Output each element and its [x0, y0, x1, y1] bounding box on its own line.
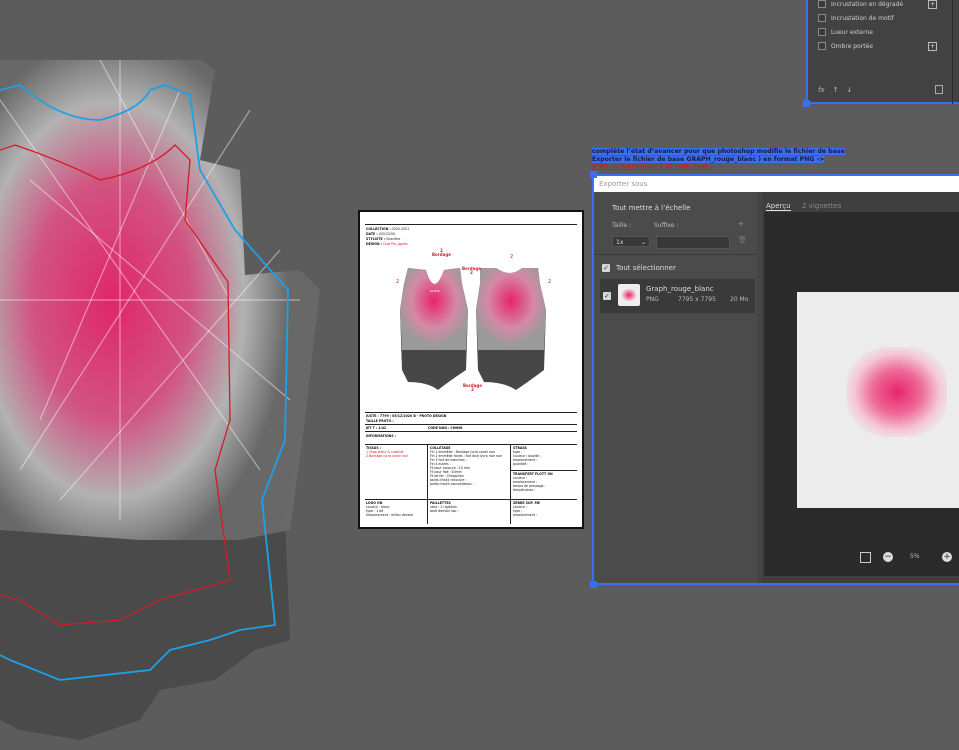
file-dimensions: 7795 x 7795	[678, 296, 716, 303]
divider	[365, 499, 577, 500]
fx-row-label: Incrustation de motif	[831, 14, 894, 22]
zoom-out-button[interactable]: −	[883, 552, 893, 562]
date-key: DATE :	[366, 232, 378, 236]
export-settings-pane: Tout mettre à l’échelle Taille : Suffixe…	[594, 192, 757, 583]
fx-row-label: Ombre portée	[831, 42, 873, 50]
divider	[510, 470, 577, 471]
auth-block: ZÉBRE SUP. ME couleur : type : emplacemen…	[513, 501, 540, 517]
column-divider	[427, 444, 428, 524]
label-2-left: 2	[396, 279, 400, 285]
layer-style-panel: Incrustation en dégradé + Incrustation d…	[806, 0, 959, 104]
fx-checkbox[interactable]	[818, 28, 826, 36]
add-drop-shadow-button[interactable]: +	[928, 42, 937, 51]
select-all-checkbox[interactable]: ✓	[602, 264, 610, 272]
fx-row-gradient-overlay[interactable]: Incrustation en dégradé	[818, 0, 903, 10]
zoom-in-button[interactable]: +	[942, 552, 952, 562]
divider	[365, 412, 577, 413]
divider	[365, 224, 577, 225]
remove-scale-icon[interactable]: 🗑	[738, 236, 747, 244]
zoom-level: 5%	[910, 553, 920, 560]
label-bordage-top: 2 Bordage	[432, 248, 451, 257]
transfert-block: TRANSFERT FLOTT ON couleur : emplacement …	[513, 472, 553, 492]
preview-canvas[interactable]: − 5% +	[764, 212, 959, 576]
suffix-label: Suffixe :	[654, 222, 679, 229]
note-line-1: complète l’état d’avancer pour que photo…	[592, 148, 845, 155]
move-down-icon[interactable]: ↓	[846, 86, 852, 94]
fx-checkbox[interactable]	[818, 42, 826, 50]
fx-row-label: Incrustation en dégradé	[831, 0, 904, 8]
fx-row-pattern-overlay[interactable]: Incrustation de motif	[818, 12, 894, 24]
size-select[interactable]: 1x ⌄	[612, 236, 650, 247]
fx-footer: fx ↑ ↓	[818, 86, 852, 94]
date-value: (03/12/20)	[378, 232, 396, 236]
divider	[365, 431, 577, 432]
label-bordage-side: Bordage 2	[462, 266, 481, 275]
trash-icon[interactable]	[935, 85, 943, 94]
tab-thumbnails[interactable]: 2 vignettes	[802, 202, 841, 210]
label-bordage-bottom: Bordage 2	[463, 383, 482, 392]
paillettes-block: PAILLETTES nbre : 2 rigolillon bord demai…	[430, 501, 459, 513]
fx-row-label: Lueur externe	[831, 28, 873, 36]
fx-checkbox[interactable]	[818, 0, 826, 8]
divider	[365, 444, 577, 445]
note-line-3: JPEG, compression 1 et nom final :	[592, 163, 712, 170]
label-2-right: 2	[548, 279, 552, 285]
file-size: 20 Mo	[730, 296, 749, 303]
dialog-title: Exporter sous	[594, 176, 959, 192]
file-name: Graph_rouge_blanc	[646, 285, 714, 293]
select-all-label: Tout sélectionner	[616, 264, 676, 272]
chevron-down-icon: ⌄	[640, 239, 646, 246]
coloris-block: COLLETAGE Fin 1 emmêler : Bordage lycra …	[430, 446, 503, 486]
divider	[365, 424, 577, 425]
stylist-value: Charlène	[386, 237, 401, 241]
selection-handle[interactable]	[803, 100, 810, 107]
suffix-input[interactable]	[656, 236, 730, 249]
size-label: Taille :	[612, 222, 631, 229]
taille-line: TAILLE PROTO :	[366, 419, 394, 423]
divider	[594, 254, 757, 255]
design-value: Club Pro_Agnès	[383, 242, 408, 246]
fx-row-drop-shadow[interactable]: Ombre portée	[818, 40, 873, 52]
add-gradient-overlay-button[interactable]: +	[928, 0, 937, 9]
label-2-back: 2	[510, 254, 514, 260]
logo-block: LOGO ON couleur : blanc type : 1 dé empla…	[366, 501, 413, 517]
export-as-dialog: Exporter sous Tout mettre à l’échelle Ta…	[592, 174, 959, 585]
stylist-key: STYLISTE :	[366, 237, 386, 241]
fx-row-outer-glow[interactable]: Lueur externe	[818, 26, 873, 38]
text-note[interactable]: complète l’état d’avancer pour que photo…	[592, 148, 852, 171]
file-format: PNG	[646, 296, 659, 303]
tab-preview[interactable]: Aperçu	[766, 202, 791, 211]
scale-all-heading: Tout mettre à l’échelle	[612, 204, 691, 212]
jet-line: JET T : 1/42	[366, 426, 387, 430]
strass-block: STRASS type : couleur / qualité : emplace…	[513, 446, 542, 466]
selection-handle[interactable]	[590, 171, 597, 178]
note-line-2: Exporter le fichier de base GRAPH_rouge_…	[592, 155, 825, 163]
preview-image	[797, 292, 959, 508]
move-up-icon[interactable]: ↑	[833, 86, 839, 94]
tech-sheet-document[interactable]: COLLECTION : 2020-2021 DATE : (03/12/20)…	[358, 210, 584, 529]
collection-key: COLLECTION :	[366, 227, 391, 231]
file-checkbox[interactable]: ✓	[603, 292, 611, 300]
column-divider	[510, 444, 511, 524]
selection-handle[interactable]	[590, 581, 597, 588]
file-thumbnail	[618, 284, 640, 306]
design-key: DESIGN :	[366, 242, 382, 246]
add-scale-button[interactable]: +	[738, 220, 744, 228]
collection-value: 2020-2021	[391, 227, 410, 231]
code-line: CODE NUN : CHN98	[428, 426, 463, 430]
informations-label: INFORMATIONS :	[366, 434, 397, 438]
canvas-garment-artwork[interactable]	[0, 0, 330, 750]
logo-mark: ALPHA	[430, 289, 441, 293]
fx-checkbox[interactable]	[818, 14, 826, 22]
preview-pane: Aperçu 2 vignettes − 5% +	[762, 192, 959, 583]
juste-line: JUSTE : 7799 / 05/12/2020 B - PROTO DESI…	[366, 414, 447, 418]
panel-scrollbar[interactable]	[952, 0, 953, 104]
file-list-item[interactable]: ✓ Graph_rouge_blanc PNG 7795 x 7795 20 M…	[600, 279, 755, 313]
fit-view-icon[interactable]	[860, 552, 871, 563]
tissus-block: TISSUS : 1 lingo blanc & sublimé 2 Borda…	[366, 446, 409, 458]
fx-menu-button[interactable]: fx	[818, 86, 825, 94]
